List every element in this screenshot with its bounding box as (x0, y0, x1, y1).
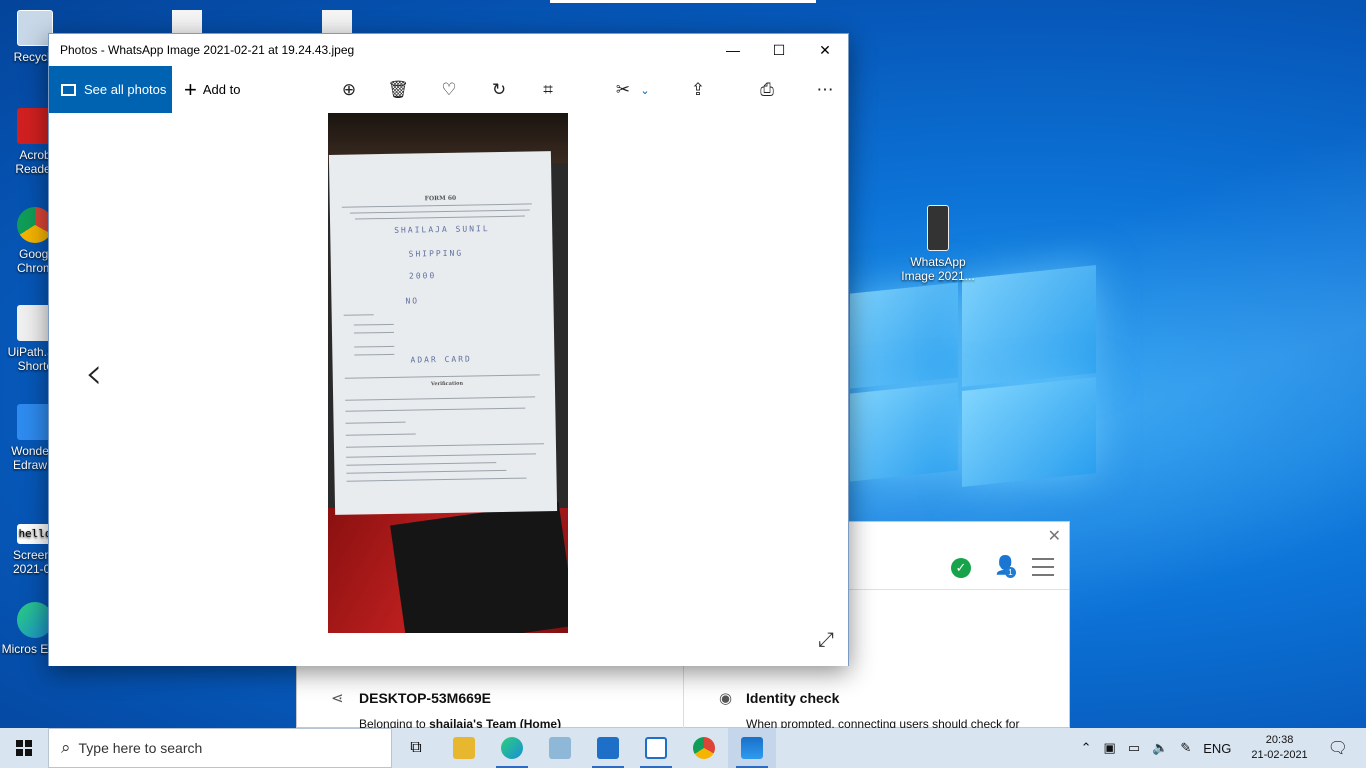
more-options-icon[interactable]: ⋯ (813, 78, 837, 102)
desktop-file-icon[interactable] (322, 10, 352, 34)
photos-window: Photos - WhatsApp Image 2021-02-21 at 19… (48, 33, 849, 666)
minimize-button[interactable]: — (710, 34, 756, 66)
expand-icon[interactable]: ⤢ (818, 629, 834, 652)
clock-date: 21-02-2021 (1251, 749, 1308, 761)
status-check-icon: ✓ (951, 558, 971, 578)
favorite-icon[interactable]: ♡ (437, 78, 461, 102)
taskbar: ⌕ Type here to search ⧉ ⌃ ▣ ▭ 🔈 ✎ ENG 20… (0, 728, 1366, 768)
search-placeholder: Type here to search (78, 740, 203, 756)
form-paper: FORM 60 SHAILAJA SUNIL SHIPPING 2000 NO … (328, 151, 558, 515)
desktop-icon-label: WhatsApp Image 2021... (901, 255, 975, 283)
windows-icon (16, 740, 32, 756)
form-amount-value: 2000 (408, 271, 437, 281)
close-icon[interactable]: ✕ (1048, 526, 1061, 546)
zoom-icon[interactable]: ⊕ (337, 78, 361, 102)
app-taskbar-icon[interactable] (536, 728, 584, 768)
start-button[interactable] (0, 728, 48, 768)
top-window-edge (550, 0, 816, 3)
eye-icon: ◉ (719, 690, 733, 707)
rotate-icon[interactable]: ↻ (487, 78, 511, 102)
title-bar: Photos - WhatsApp Image 2021-02-21 at 19… (49, 34, 848, 66)
language-indicator[interactable]: ENG (1197, 741, 1237, 756)
vscode-taskbar-icon[interactable] (584, 728, 632, 768)
share-icon: ⋖ (331, 690, 344, 707)
add-to-label: Add to (202, 82, 241, 97)
see-all-photos-button[interactable]: See all photos (49, 66, 172, 113)
clock[interactable]: 20:38 21-02-2021 (1237, 733, 1321, 763)
volume-icon[interactable]: 🔈 (1146, 740, 1174, 756)
battery-icon[interactable]: ▭ (1122, 740, 1146, 756)
vscode2-taskbar-icon[interactable] (632, 728, 680, 768)
section-divider (683, 665, 684, 729)
photos-toolbar: See all photos + Add to ⊕ 🗑 ♡ ↻ ⌗ ✂ ⌄ ⇪ … (49, 66, 848, 113)
file-explorer-icon[interactable] (440, 728, 488, 768)
plus-icon: + (184, 76, 197, 102)
desktop-file-icon[interactable] (172, 10, 202, 34)
hamburger-menu-icon[interactable] (1032, 558, 1054, 582)
print-icon[interactable]: ⎙ (755, 78, 779, 102)
edge-taskbar-icon[interactable] (488, 728, 536, 768)
photo-viewer: FORM 60 SHAILAJA SUNIL SHIPPING 2000 NO … (49, 113, 848, 666)
identity-check-title: Identity check (746, 690, 840, 706)
notifications-icon[interactable]: 🗨 (1322, 738, 1366, 758)
crop-icon[interactable]: ⌗ (536, 78, 560, 102)
photo-folder (390, 501, 568, 633)
search-icon: ⌕ (61, 738, 71, 757)
pen-icon[interactable]: ✎ (1174, 740, 1197, 756)
photo-icon (61, 83, 76, 96)
photos-taskbar-icon[interactable] (728, 728, 776, 768)
form-name-value: SHAILAJA SUNIL (394, 224, 490, 235)
edit-icon[interactable]: ✂ (611, 78, 635, 102)
maximize-button[interactable]: ☐ (756, 34, 802, 66)
taskbar-search[interactable]: ⌕ Type here to search (48, 728, 392, 768)
form-document-value: ADAR CARD (410, 354, 472, 365)
close-button[interactable]: ✕ (802, 34, 848, 66)
form-taxed-value: NO (405, 296, 420, 306)
form-heading: FORM 60 (424, 194, 457, 203)
task-view-icon[interactable]: ⧉ (392, 728, 440, 768)
meet-now-icon[interactable]: ▣ (1098, 740, 1122, 756)
notification-badge: 1 (1005, 567, 1016, 578)
form-transaction-value: SHIPPING (408, 248, 464, 259)
window-title: Photos - WhatsApp Image 2021-02-21 at 19… (60, 43, 355, 57)
see-all-photos-label: See all photos (84, 82, 167, 97)
chrome-taskbar-icon[interactable] (680, 728, 728, 768)
add-to-button[interactable]: + Add to (184, 76, 241, 102)
chevron-up-icon[interactable]: ⌃ (1075, 740, 1098, 756)
windows-logo-wallpaper (850, 258, 1096, 488)
delete-icon[interactable]: 🗑 (386, 78, 410, 102)
chevron-down-icon[interactable]: ⌄ (633, 78, 657, 102)
photo-image: FORM 60 SHAILAJA SUNIL SHIPPING 2000 NO … (328, 113, 568, 633)
system-tray: ⌃ ▣ ▭ 🔈 ✎ ENG 20:38 21-02-2021 🗨 (1075, 728, 1366, 768)
form-verification: Verification (430, 380, 464, 388)
device-name: DESKTOP-53M669E (359, 690, 492, 706)
desktop-icon-whatsapp-image[interactable]: WhatsApp Image 2021... (900, 205, 976, 283)
share-icon[interactable]: ⇪ (686, 78, 710, 102)
previous-photo-button[interactable]: ‹ (85, 348, 103, 399)
user-icon[interactable]: 👤 1 (994, 555, 1016, 578)
clock-time: 20:38 (1265, 734, 1294, 746)
